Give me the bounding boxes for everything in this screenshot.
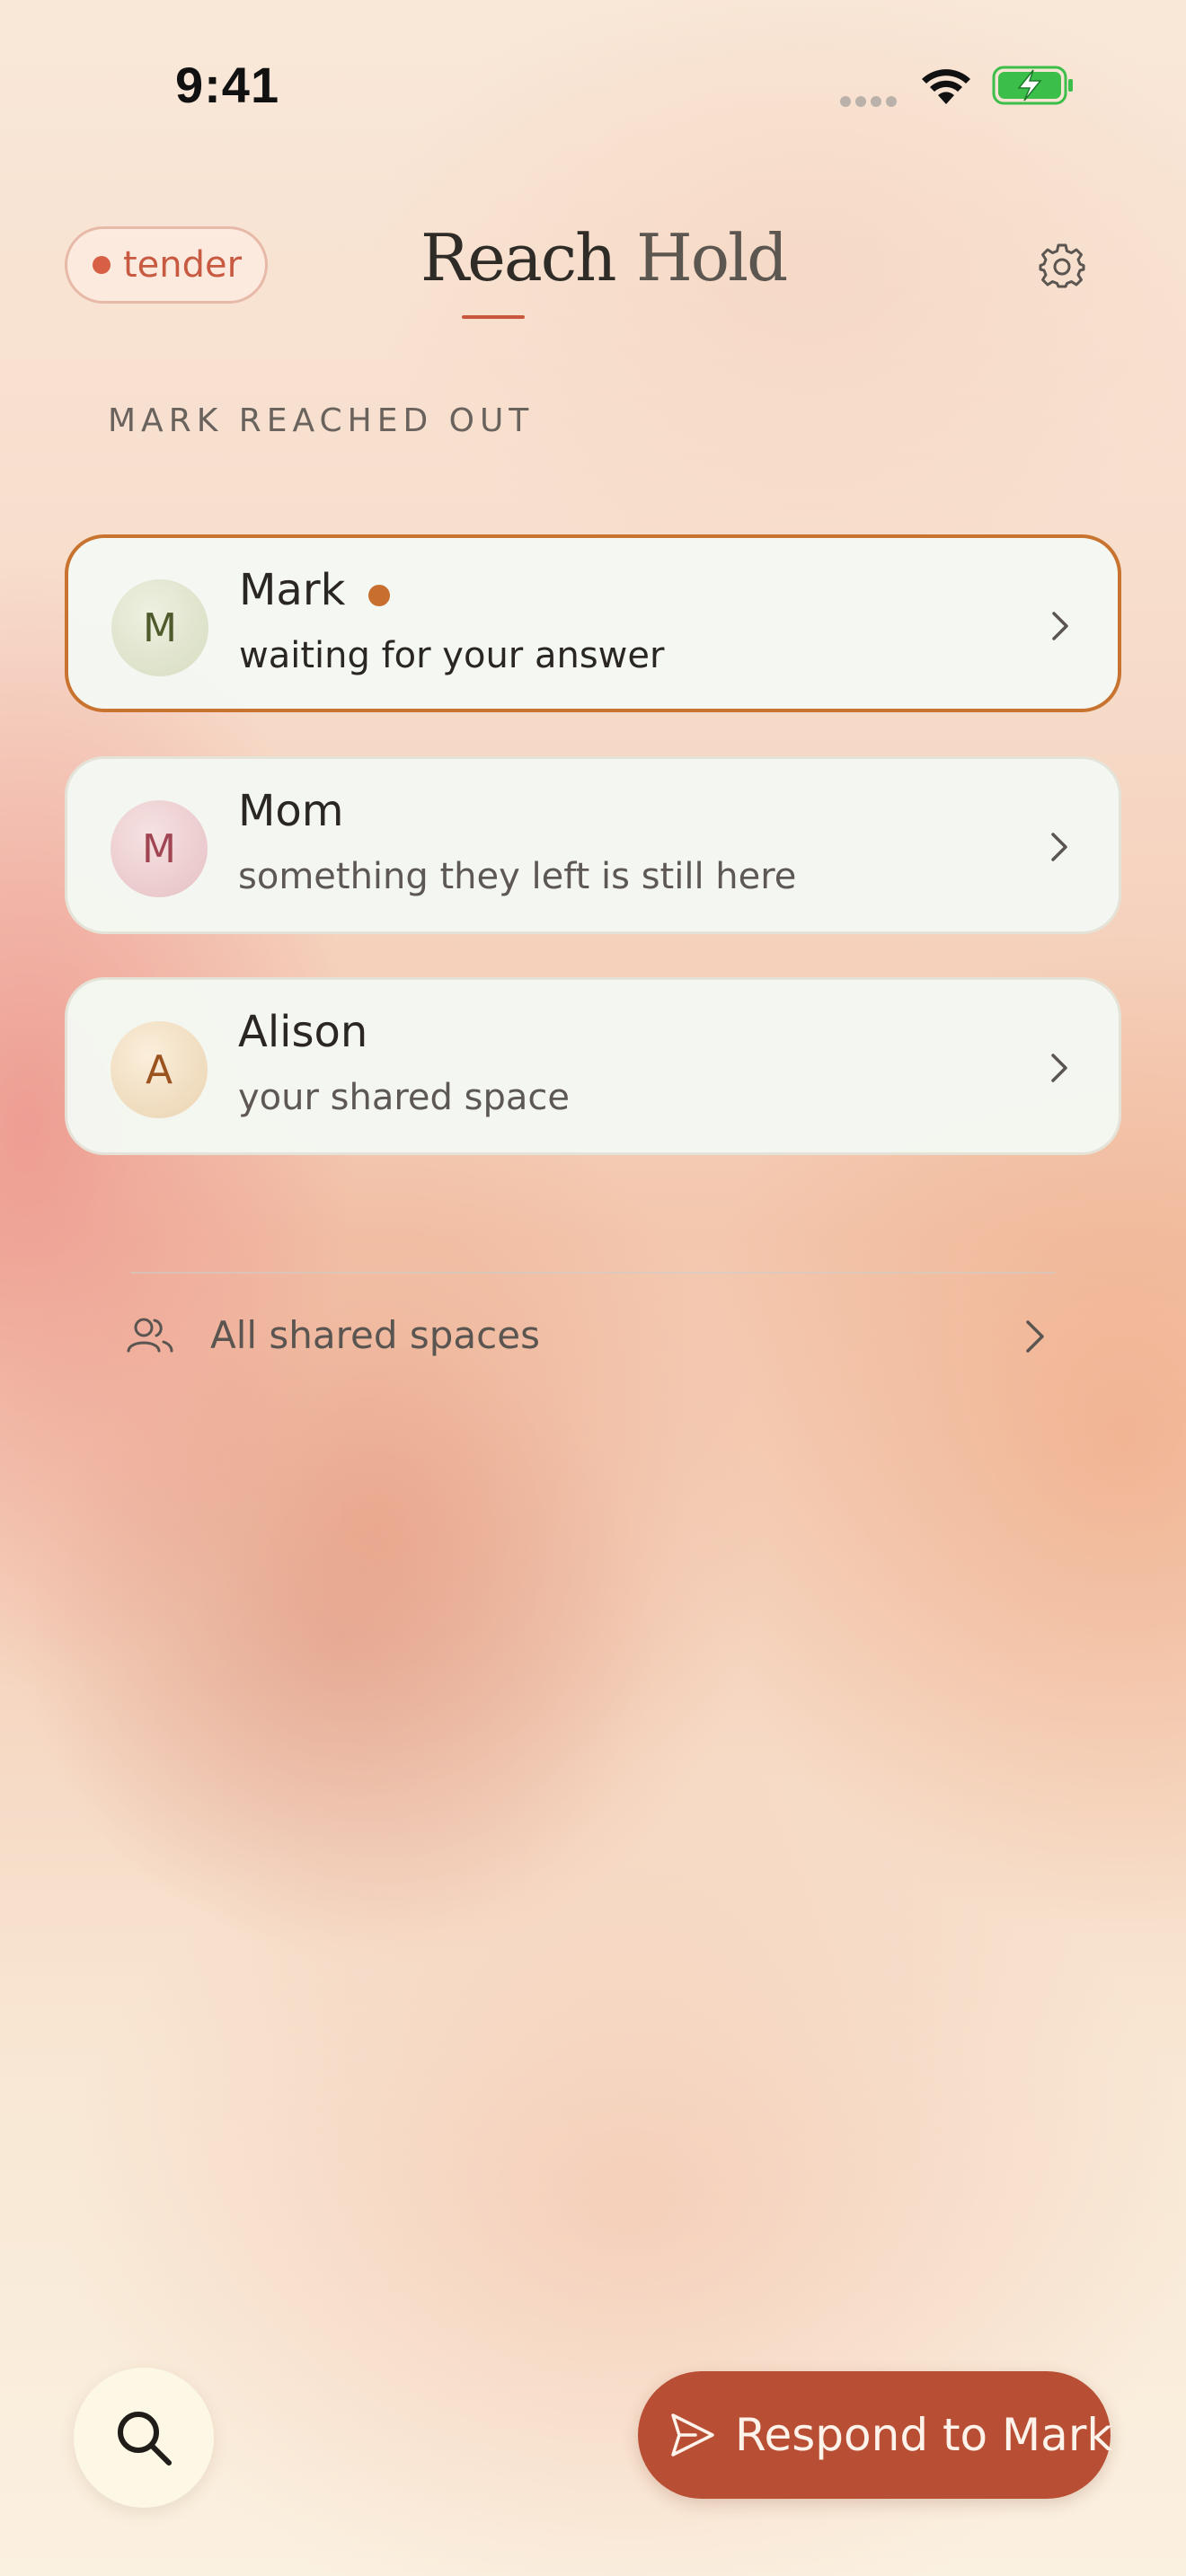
chevron-right-icon — [1051, 833, 1067, 861]
avatar: M — [111, 579, 208, 676]
contact-subtitle: waiting for your answer — [239, 635, 665, 676]
section-label: MARK REACHED OUT — [108, 402, 535, 439]
selected-tab-indicator — [462, 315, 525, 319]
mood-indicator[interactable]: tender — [65, 226, 268, 304]
tab-hold[interactable]: Hold — [636, 220, 788, 296]
chevron-right-icon — [1026, 1320, 1044, 1353]
status-time: 9:41 — [175, 57, 280, 113]
gear-icon[interactable] — [1039, 243, 1085, 289]
wifi-icon — [922, 69, 970, 104]
avatar: M — [111, 800, 208, 897]
contact-name: Alison — [238, 1007, 368, 1057]
chevron-right-icon — [1052, 612, 1068, 640]
send-icon — [671, 2413, 714, 2457]
contact-card-mom[interactable]: M Mom something they left is still here — [65, 756, 1121, 934]
contact-subtitle: something they left is still here — [238, 856, 797, 897]
battery-icon — [992, 66, 1073, 105]
all-shared-spaces-link[interactable]: All shared spaces — [126, 1302, 1060, 1374]
unread-dot — [368, 585, 390, 606]
cellular-signal-icon — [840, 93, 903, 107]
respond-label: Respond to Mark — [735, 2409, 1113, 2461]
avatar: A — [111, 1021, 208, 1118]
contact-card-alison[interactable]: A Alison your shared space — [65, 977, 1121, 1155]
search-icon — [118, 2412, 172, 2466]
mood-label: tender — [123, 244, 243, 286]
people-icon — [127, 1318, 173, 1353]
tab-reach[interactable]: Reach — [420, 220, 616, 296]
contact-card-mark[interactable]: M Mark waiting for your answer — [65, 534, 1121, 712]
contact-name: Mom — [238, 786, 344, 836]
divider — [130, 1272, 1056, 1274]
all-shared-spaces-label: All shared spaces — [210, 1313, 540, 1357]
status-bar: 9:41 — [0, 0, 1186, 171]
contact-subtitle: your shared space — [238, 1077, 570, 1118]
contact-name: Mark — [239, 565, 346, 615]
respond-button[interactable]: Respond to Mark — [638, 2371, 1113, 2499]
mood-dot — [93, 256, 111, 274]
search-button[interactable] — [74, 2368, 214, 2508]
app-screen: 9:41 tender Reach Hold MARK REACHED OUT … — [0, 0, 1186, 2576]
chevron-right-icon — [1051, 1054, 1067, 1082]
